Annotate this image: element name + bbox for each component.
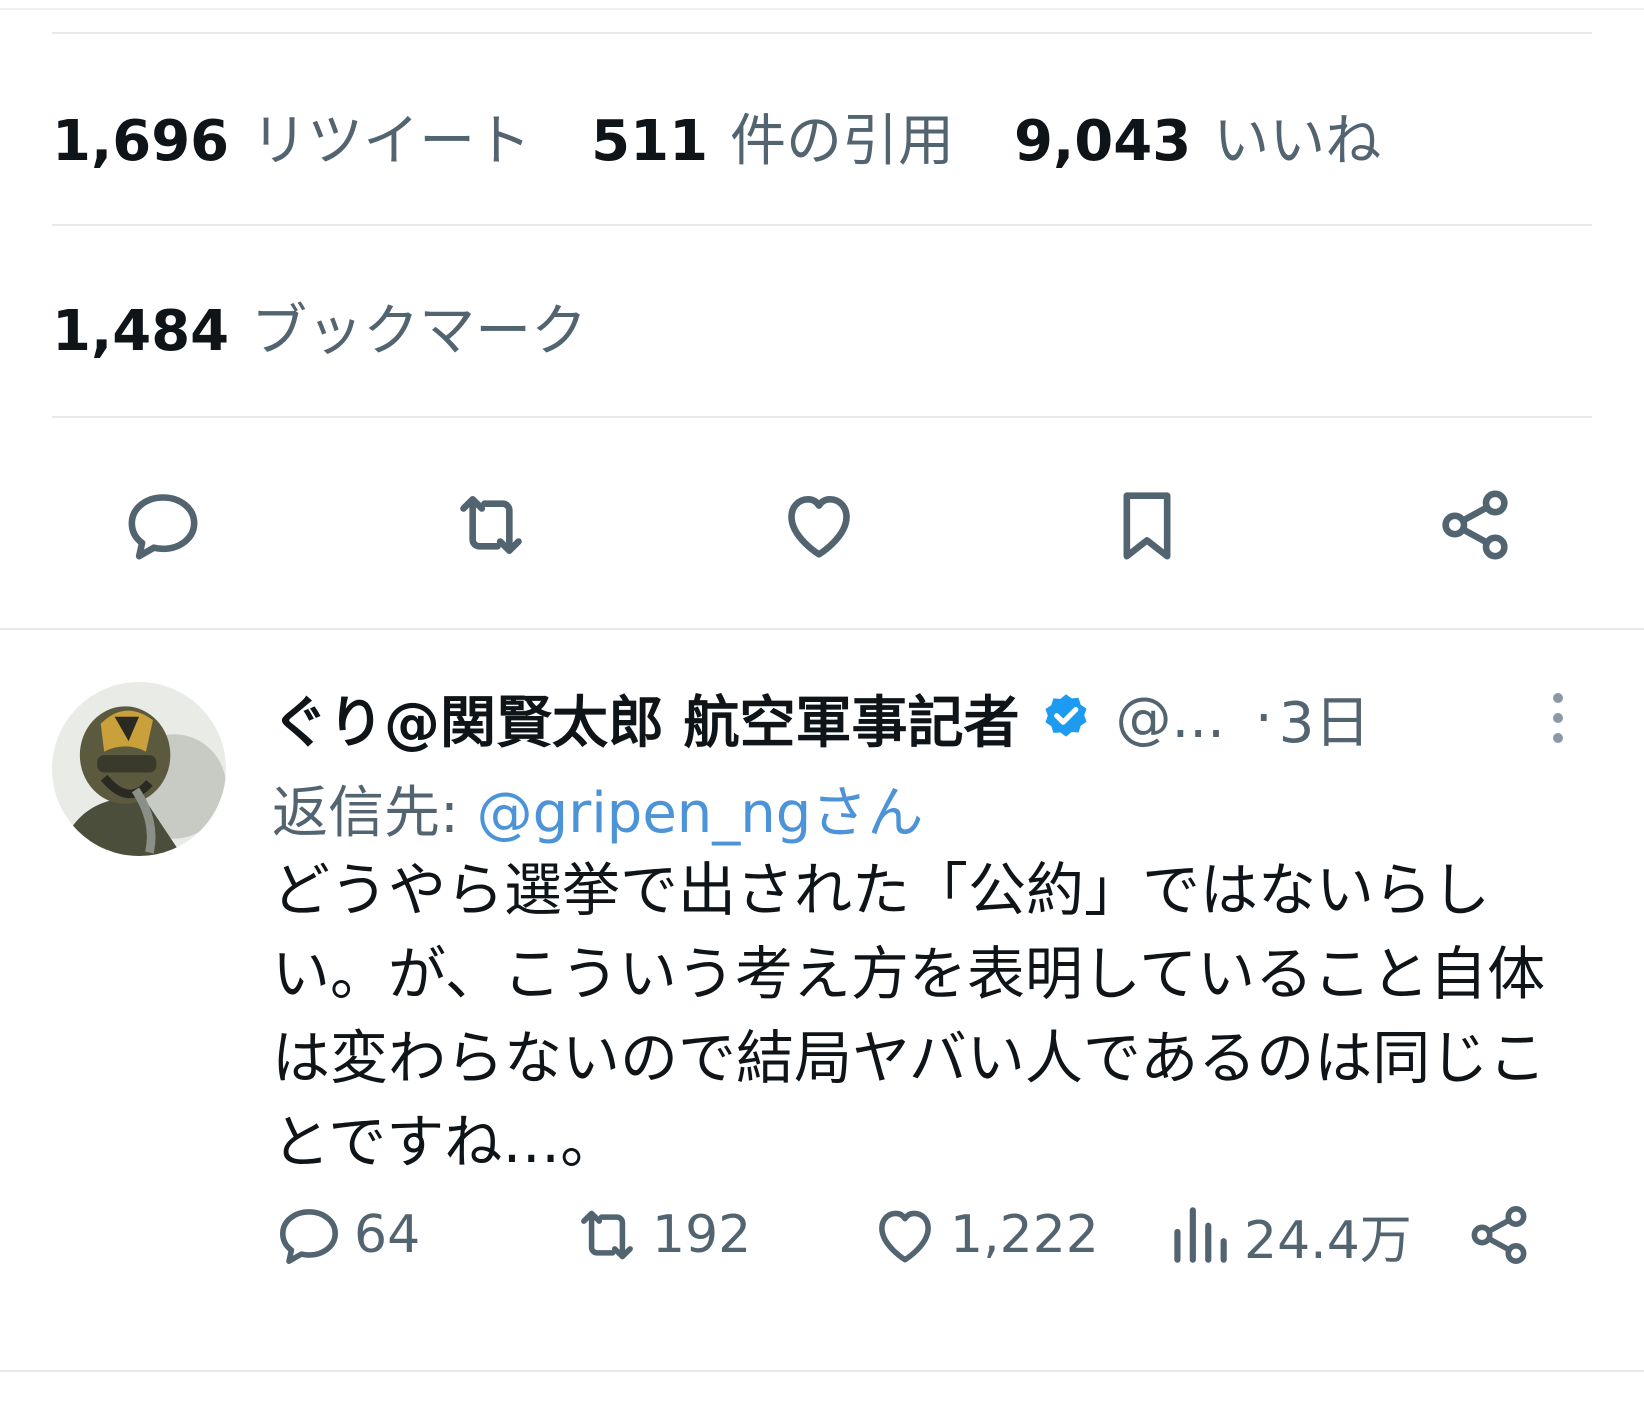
reply-metrics-bar: 64 192 1,222 24.4万 [272, 1190, 1572, 1280]
quotes-stat[interactable]: 511 件の引用 [591, 96, 954, 177]
quotes-count: 511 [591, 108, 709, 174]
more-vertical-icon [1553, 693, 1563, 743]
avatar[interactable] [52, 682, 226, 856]
like-button[interactable] [764, 470, 874, 580]
verified-badge-icon [1038, 690, 1094, 746]
reply-button[interactable] [108, 470, 218, 580]
views-count: 24.4万 [1244, 1210, 1412, 1271]
separator-dot: · [1254, 685, 1273, 751]
like-count-button[interactable]: 1,222 [868, 1190, 1099, 1280]
more-options-button[interactable] [1520, 680, 1596, 756]
share-button[interactable] [1420, 470, 1530, 580]
likes-label: いいね [1213, 108, 1382, 174]
like-icon [879, 1210, 931, 1263]
bookmarks-count: 1,484 [52, 298, 230, 364]
divider [52, 416, 1592, 418]
avatar-image [52, 682, 226, 856]
engagement-stats: 1,696 リツイート 511 件の引用 9,043 いいね [52, 96, 1441, 176]
like-count: 1,222 [950, 1205, 1099, 1265]
quotes-label: 件の引用 [730, 108, 955, 174]
bookmarks-label: ブックマーク [251, 298, 588, 364]
tweet-time[interactable]: 3日 [1279, 678, 1371, 759]
likes-stat[interactable]: 9,043 いいね [1014, 96, 1381, 177]
author-name[interactable]: ぐり@関賢太郎 航空軍事記者 [272, 678, 1020, 759]
reply-to-handle[interactable]: @gripen_ngさん [477, 781, 924, 846]
tweet-text: どうやら選挙で出された「公約」ではないらしい。が、こういう考え方を表明しているこ… [272, 856, 1547, 1176]
reply-tweet[interactable]: ぐり@関賢太郎 航空軍事記者 @... · 3日 返信先: @gripen_ng… [0, 630, 1644, 1370]
retweet-count: 192 [652, 1205, 752, 1265]
views-count-button[interactable]: 24.4万 [1162, 1190, 1412, 1280]
reply-count: 64 [354, 1205, 421, 1265]
reply-to-label: 返信先: [272, 781, 477, 846]
author-handle[interactable]: @... [1116, 686, 1225, 751]
share-icon [1471, 1206, 1527, 1264]
top-divider [0, 8, 1644, 10]
retweet-button[interactable] [436, 470, 546, 580]
retweet-icon [460, 496, 522, 554]
reply-icon [280, 1209, 338, 1264]
like-icon [788, 496, 850, 558]
bottom-divider [0, 1370, 1644, 1372]
divider [52, 224, 1592, 226]
divider [52, 32, 1592, 34]
bookmark-button[interactable] [1092, 470, 1202, 580]
bookmarks-stat[interactable]: 1,484 ブックマーク [52, 286, 587, 367]
reply-count-button[interactable]: 64 [272, 1190, 420, 1280]
likes-count: 9,043 [1014, 108, 1192, 174]
retweets-label: リツイート [251, 108, 532, 174]
analytics-icon [1174, 1207, 1227, 1263]
tweet-action-bar [0, 470, 1644, 580]
reply-to-line: 返信先: @gripen_ngさん [272, 768, 923, 849]
share-button[interactable] [1462, 1190, 1544, 1280]
retweets-stat[interactable]: 1,696 リツイート [52, 96, 531, 177]
bookmark-stats: 1,484 ブックマーク [52, 286, 647, 366]
retweets-count: 1,696 [52, 108, 230, 174]
retweet-icon [581, 1210, 633, 1260]
retweet-count-button[interactable]: 192 [570, 1190, 751, 1280]
bookmark-icon [1123, 492, 1171, 560]
share-icon [1442, 490, 1508, 560]
reply-header: ぐり@関賢太郎 航空軍事記者 @... · 3日 [272, 678, 1370, 758]
reply-icon [128, 494, 198, 560]
